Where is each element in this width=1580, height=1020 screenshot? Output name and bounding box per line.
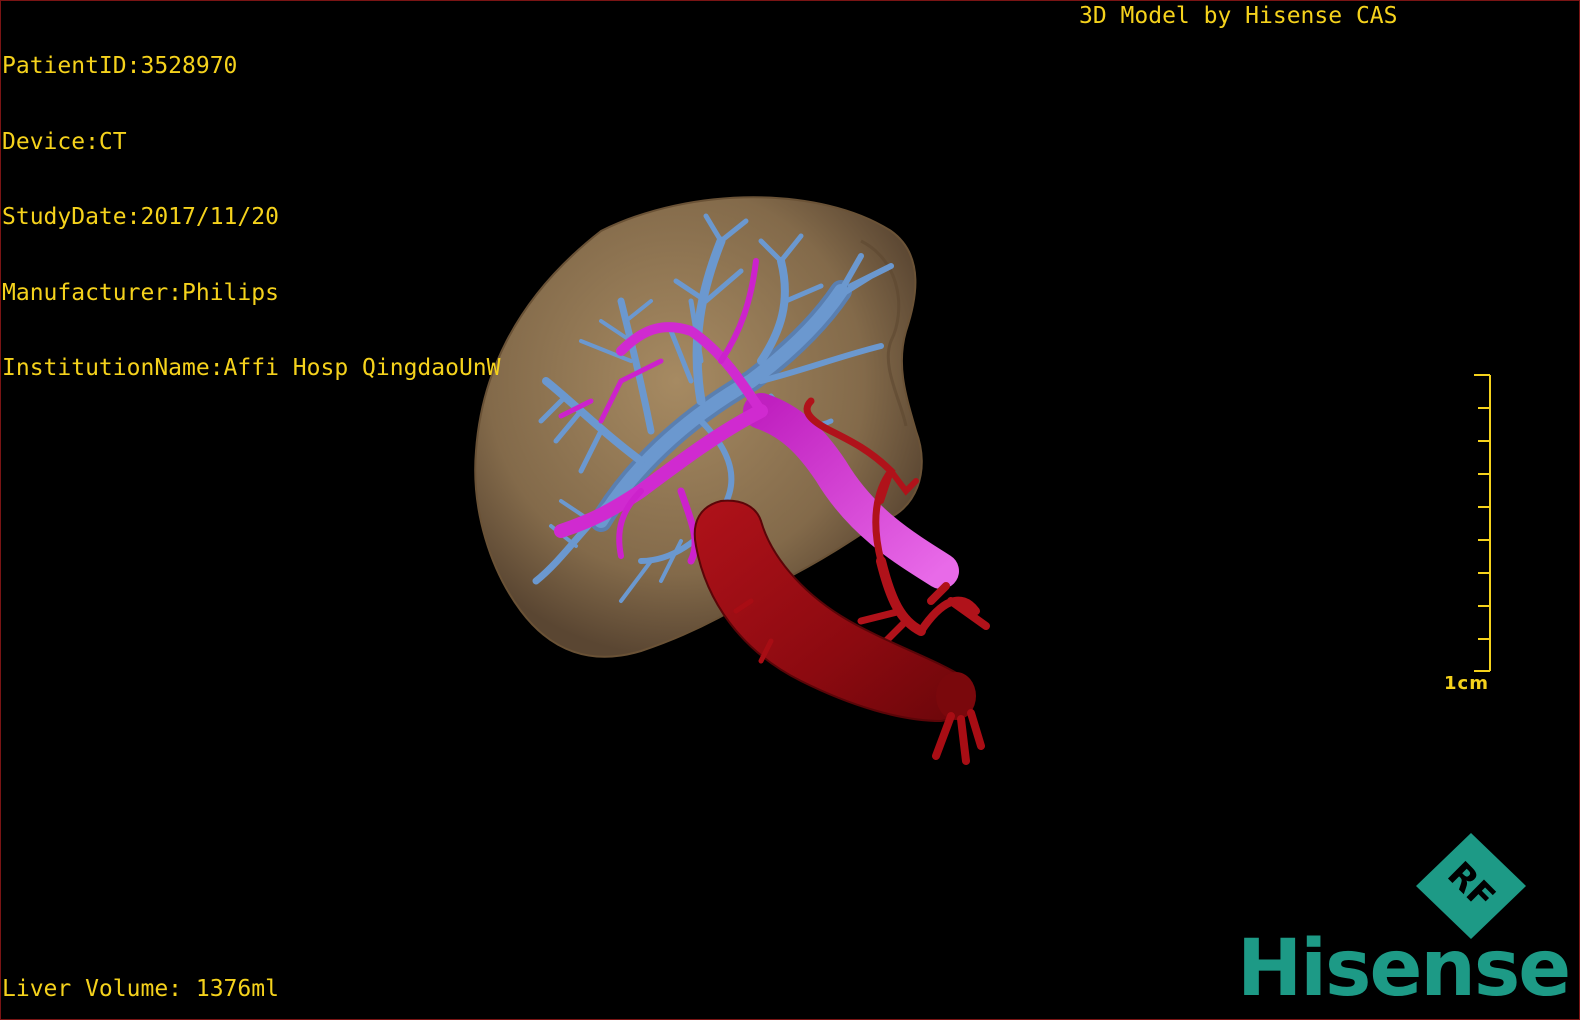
hisense-logo: Hisense bbox=[1237, 924, 1571, 1014]
model-credit: 3D Model by Hisense CAS bbox=[1079, 3, 1398, 29]
patient-id: PatientID:3528970 bbox=[2, 53, 238, 79]
liver-volume: Liver Volume: 1376ml bbox=[2, 976, 279, 1002]
scale-label: 1cm bbox=[1444, 673, 1489, 694]
patient-info-panel: PatientID:3528970 Device:CT StudyDate:20… bbox=[2, 4, 501, 432]
device: Device:CT bbox=[2, 128, 127, 155]
manufacturer: Manufacturer:Philips bbox=[2, 279, 279, 306]
study-date: StudyDate:2017/11/20 bbox=[2, 204, 279, 230]
3d-viewport[interactable]: PatientID:3528970 Device:CT StudyDate:20… bbox=[0, 0, 1580, 1020]
institution-name: InstitutionName:Affi Hosp QingdaoUnW bbox=[2, 355, 501, 381]
scale-bar bbox=[1474, 374, 1491, 672]
